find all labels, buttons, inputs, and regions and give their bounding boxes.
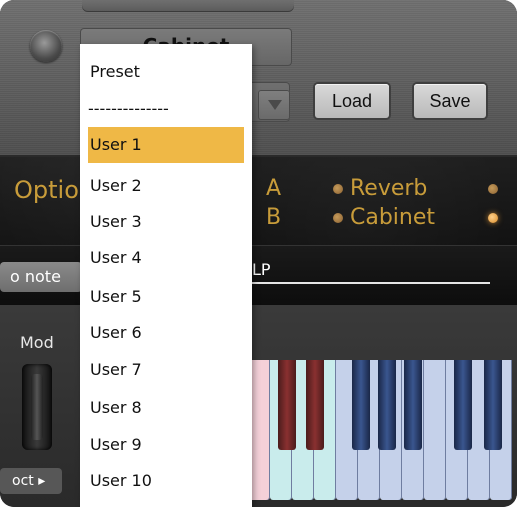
mod-label: Mod (20, 333, 54, 352)
black-key[interactable] (378, 360, 396, 450)
reverb-led-icon[interactable] (333, 184, 343, 194)
menu-item-user-8[interactable]: User 8 (88, 390, 244, 426)
menu-item-user-1[interactable]: User 1 (88, 127, 244, 163)
panel-lip (82, 0, 294, 12)
slot-a-label: A (266, 176, 282, 201)
menu-item-user-9[interactable]: User 9 (88, 427, 244, 463)
lp-label: LP (252, 260, 271, 279)
menu-item-user-7[interactable]: User 7 (88, 352, 244, 388)
menu-separator: -------------- (88, 102, 169, 116)
menu-item-user-3[interactable]: User 3 (88, 204, 244, 240)
black-key[interactable] (278, 360, 296, 450)
app-window: Cabinet Load Save Options A B Reverb Cab… (0, 0, 517, 507)
menu-item-user-4[interactable]: User 4 (88, 240, 244, 276)
menu-item-user-6[interactable]: User 6 (88, 315, 244, 351)
filter-line (250, 282, 490, 284)
load-button[interactable]: Load (315, 84, 389, 118)
top-panel: Cabinet Load Save (0, 0, 517, 157)
power-knob[interactable] (30, 30, 62, 62)
black-key[interactable] (352, 360, 370, 450)
reverb-toggle-label[interactable]: Reverb (350, 176, 427, 201)
menu-item-preset[interactable]: Preset (88, 54, 244, 90)
cabinet-led-icon[interactable] (333, 213, 343, 223)
black-key[interactable] (484, 360, 502, 450)
preset-dropdown-arrow-icon[interactable] (258, 90, 290, 120)
preset-dropdown-menu: Preset -------------- User 1 User 2 User… (80, 44, 252, 507)
black-key[interactable] (404, 360, 422, 450)
slot-b-label: B (266, 205, 282, 230)
menu-item-user-10[interactable]: User 10 (88, 463, 244, 499)
octave-button[interactable]: oct ▸ (0, 468, 62, 494)
save-button[interactable]: Save (414, 84, 486, 118)
white-key[interactable] (424, 360, 446, 500)
black-key[interactable] (454, 360, 472, 450)
cabinet-toggle-label[interactable]: Cabinet (350, 205, 435, 230)
menu-item-user-2[interactable]: User 2 (88, 168, 244, 204)
extra-led-icon[interactable] (488, 184, 498, 194)
mod-wheel[interactable] (22, 364, 52, 450)
piano-keyboard (248, 360, 517, 500)
note-field[interactable]: o note (0, 262, 82, 292)
black-key[interactable] (306, 360, 324, 450)
menu-item-user-5[interactable]: User 5 (88, 279, 244, 315)
extra-led-active-icon[interactable] (488, 213, 498, 223)
